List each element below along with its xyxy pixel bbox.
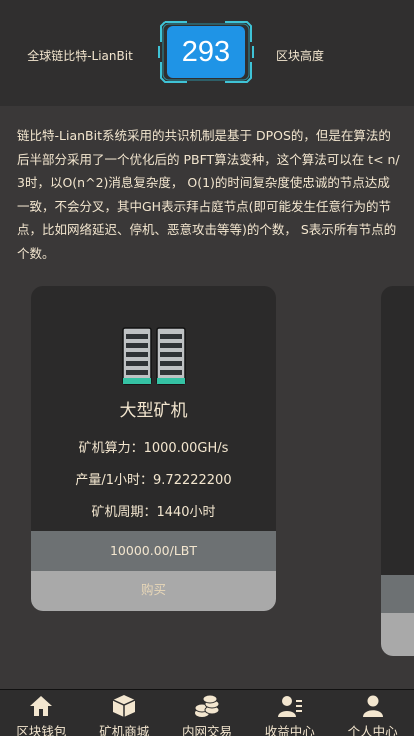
- nav-label-wallet: 区块钱包: [16, 724, 67, 736]
- user-icon: [362, 695, 383, 717]
- nav-item-mall[interactable]: 矿机商城: [83, 690, 166, 736]
- block-height-label: 区块高度: [276, 49, 325, 63]
- miner-price-next: [381, 575, 414, 613]
- nav-label-trade: 内网交易: [181, 724, 232, 736]
- miner-period: 矿机周期：1440小时: [91, 505, 216, 520]
- server-rack-icon: [121, 326, 187, 386]
- miner-hashrate: 矿机算力：1000.00GH/s: [78, 441, 229, 456]
- consensus-description: 链比特-LianBit系统采用的共识机制是基于 DPOS的，但是在算法的后半部分…: [17, 128, 400, 261]
- box-icon: [112, 695, 136, 717]
- nav-item-wallet[interactable]: 区块钱包: [0, 690, 83, 736]
- users-icon: [277, 696, 302, 717]
- miner-card: 大型矿机 矿机算力：1000.00GH/s 产量/1小时：9.72222200 …: [31, 286, 276, 611]
- nav-label-income: 收益中心: [264, 724, 315, 736]
- nav-label-mall: 矿机商城: [99, 724, 150, 736]
- miner-price: 10000.00/LBT: [31, 531, 276, 571]
- block-height-badge: 293: [157, 18, 255, 86]
- miner-output: 产量/1小时：9.72222200: [75, 473, 232, 488]
- buy-button[interactable]: 购买: [31, 571, 276, 611]
- miner-title: 大型矿机: [119, 401, 188, 421]
- nav-item-profile[interactable]: 个人中心: [331, 690, 414, 736]
- header: 全球链比特-LianBit 293 区块高度: [0, 0, 414, 106]
- nav-item-income[interactable]: 收益中心: [248, 690, 331, 736]
- coins-icon: [194, 694, 220, 717]
- home-icon: [30, 696, 53, 716]
- block-height-value: 293: [167, 26, 245, 78]
- bottom-nav: 区块钱包 矿机商城 内网交易 收益中心 个人中心: [0, 689, 414, 736]
- miner-card-next[interactable]: [381, 286, 414, 656]
- global-chain-label: 全球链比特-LianBit: [27, 49, 133, 63]
- page: 全球链比特-LianBit 293 区块高度 链比特-LianBit系统采用的共…: [0, 0, 414, 736]
- buy-button-next[interactable]: [381, 613, 414, 656]
- nav-label-profile: 个人中心: [347, 724, 398, 736]
- nav-item-trade[interactable]: 内网交易: [166, 690, 249, 736]
